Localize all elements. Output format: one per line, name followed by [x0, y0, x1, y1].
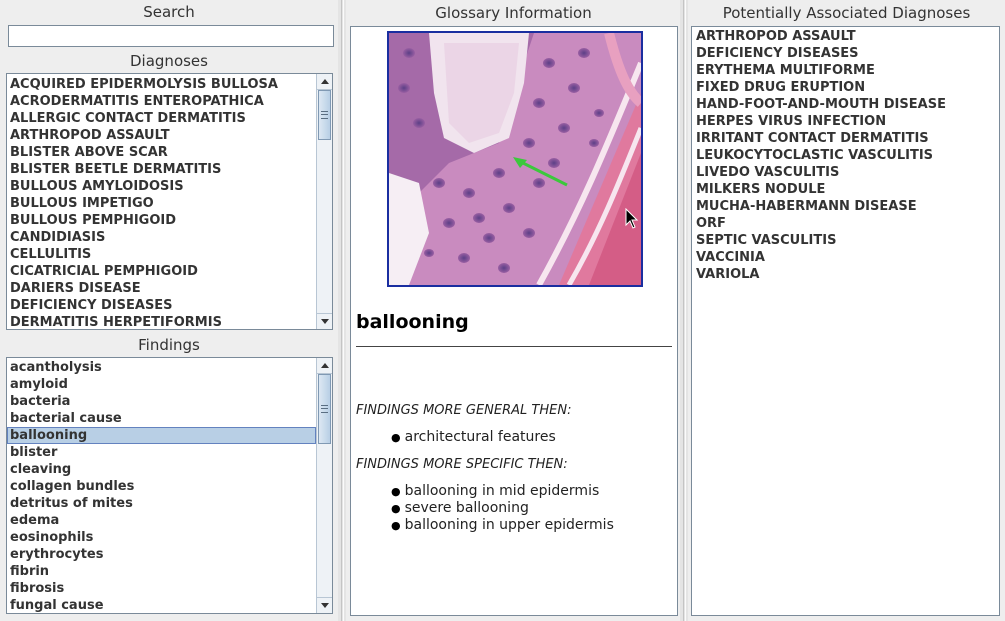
- diagnoses-title: Diagnoses: [130, 52, 208, 70]
- search-input[interactable]: [8, 25, 334, 47]
- finding-item[interactable]: bacterial cause: [7, 410, 316, 427]
- diagnosis-item[interactable]: CANDIDIASIS: [7, 229, 316, 246]
- diagnoses-scrollbar[interactable]: [316, 74, 332, 329]
- associated-diagnosis-item[interactable]: IRRITANT CONTACT DERMATITIS: [692, 130, 999, 147]
- scroll-up-button[interactable]: [317, 358, 332, 374]
- diagnosis-item[interactable]: DERMATITIS HERPETIFORMIS: [7, 314, 316, 329]
- scroll-down-button[interactable]: [317, 313, 332, 329]
- associated-diagnosis-item[interactable]: HAND-FOOT-AND-MOUTH DISEASE: [692, 96, 999, 113]
- associated-diagnosis-item[interactable]: ORF: [692, 215, 999, 232]
- associated-diagnosis-item[interactable]: MILKERS NODULE: [692, 181, 999, 198]
- finding-item[interactable]: amyloid: [7, 376, 316, 393]
- left-panel: Search Diagnoses ACQUIRED EPIDERMOLYSIS …: [0, 0, 338, 621]
- finding-item[interactable]: ballooning: [7, 427, 316, 444]
- search-title: Search: [143, 3, 195, 21]
- associated-diagnosis-item[interactable]: LIVEDO VASCULITIS: [692, 164, 999, 181]
- split-divider-right[interactable]: [680, 0, 688, 621]
- diagnosis-item[interactable]: ACRODERMATITIS ENTEROPATHICA: [7, 93, 316, 110]
- associated-diagnosis-item[interactable]: VARIOLA: [692, 266, 999, 283]
- glossary-term: ballooning: [356, 311, 469, 333]
- diagnosis-item[interactable]: CELLULITIS: [7, 246, 316, 263]
- general-list: architectural features: [391, 429, 556, 446]
- associated-diagnosis-item[interactable]: DEFICIENCY DISEASES: [692, 45, 999, 62]
- specific-item: ballooning in mid epidermis: [391, 483, 614, 500]
- diagnosis-item[interactable]: BULLOUS IMPETIGO: [7, 195, 316, 212]
- associated-diagnosis-item[interactable]: LEUKOCYTOCLASTIC VASCULITIS: [692, 147, 999, 164]
- finding-item[interactable]: erythrocytes: [7, 546, 316, 563]
- specific-item: severe ballooning: [391, 500, 614, 517]
- findings-scrollbar[interactable]: [316, 358, 332, 613]
- diagnosis-item[interactable]: BULLOUS AMYLOIDOSIS: [7, 178, 316, 195]
- associated-diagnosis-item[interactable]: ERYTHEMA MULTIFORME: [692, 62, 999, 79]
- finding-item[interactable]: fibrin: [7, 563, 316, 580]
- finding-item[interactable]: detritus of mites: [7, 495, 316, 512]
- mouse-pointer-icon: [625, 208, 639, 229]
- diagnosis-item[interactable]: BLISTER ABOVE SCAR: [7, 144, 316, 161]
- associated-diagnosis-item[interactable]: VACCINIA: [692, 249, 999, 266]
- finding-item[interactable]: fibrosis: [7, 580, 316, 597]
- associated-diagnosis-item[interactable]: HERPES VIRUS INFECTION: [692, 113, 999, 130]
- histology-image: [387, 31, 643, 287]
- general-header: FINDINGS MORE GENERAL THEN:: [356, 403, 572, 418]
- scroll-down-button[interactable]: [317, 597, 332, 613]
- associated-title: Potentially Associated Diagnoses: [722, 4, 971, 22]
- glossary-panel: Glossary Information ballooning FINDINGS…: [346, 0, 681, 621]
- finding-item[interactable]: bacteria: [7, 393, 316, 410]
- finding-item[interactable]: acantholysis: [7, 359, 316, 376]
- general-item: architectural features: [391, 429, 556, 446]
- diagnosis-item[interactable]: ACQUIRED EPIDERMOLYSIS BULLOSA: [7, 76, 316, 93]
- finding-item[interactable]: eosinophils: [7, 529, 316, 546]
- finding-item[interactable]: edema: [7, 512, 316, 529]
- glossary-title: Glossary Information: [435, 4, 592, 22]
- diagnosis-item[interactable]: BLISTER BEETLE DERMATITIS: [7, 161, 316, 178]
- associated-panel: Potentially Associated Diagnoses ARTHROP…: [688, 0, 1005, 621]
- diagnoses-list[interactable]: ACQUIRED EPIDERMOLYSIS BULLOSA ACRODERMAT…: [6, 73, 333, 330]
- diagnosis-item[interactable]: ALLERGIC CONTACT DERMATITIS: [7, 110, 316, 127]
- scroll-up-button[interactable]: [317, 74, 332, 90]
- finding-item[interactable]: fungal cause: [7, 597, 316, 613]
- grip-icon: [321, 405, 328, 413]
- diagnosis-item[interactable]: DARIERS DISEASE: [7, 280, 316, 297]
- associated-diagnosis-item[interactable]: SEPTIC VASCULITIS: [692, 232, 999, 249]
- associated-diagnosis-item[interactable]: MUCHA-HABERMANN DISEASE: [692, 198, 999, 215]
- arrow-down-icon: [320, 319, 329, 324]
- arrow-up-icon: [320, 79, 329, 84]
- associated-list[interactable]: ARTHROPOD ASSAULT DEFICIENCY DISEASES ERYT…: [691, 26, 1000, 616]
- glossary-content: ballooning FINDINGS MORE GENERAL THEN: a…: [350, 26, 678, 616]
- finding-item[interactable]: blister: [7, 444, 316, 461]
- diagnosis-item[interactable]: ARTHROPOD ASSAULT: [7, 127, 316, 144]
- scroll-thumb[interactable]: [318, 374, 331, 444]
- diagnosis-item[interactable]: BULLOUS PEMPHIGOID: [7, 212, 316, 229]
- grip-icon: [321, 111, 328, 119]
- arrow-up-icon: [320, 363, 329, 368]
- specific-list: ballooning in mid epidermis severe ballo…: [391, 483, 614, 534]
- diagnosis-item[interactable]: CICATRICIAL PEMPHIGOID: [7, 263, 316, 280]
- split-divider-left[interactable]: [338, 0, 346, 621]
- finding-item[interactable]: cleaving: [7, 461, 316, 478]
- specific-item: ballooning in upper epidermis: [391, 517, 614, 534]
- diagnosis-item[interactable]: DEFICIENCY DISEASES: [7, 297, 316, 314]
- findings-title: Findings: [138, 336, 200, 354]
- finding-item[interactable]: collagen bundles: [7, 478, 316, 495]
- scroll-thumb[interactable]: [318, 90, 331, 140]
- specific-header: FINDINGS MORE SPECIFIC THEN:: [356, 457, 568, 472]
- associated-diagnosis-item[interactable]: FIXED DRUG ERUPTION: [692, 79, 999, 96]
- associated-diagnosis-item[interactable]: ARTHROPOD ASSAULT: [692, 28, 999, 45]
- findings-list[interactable]: acantholysis amyloid bacteria bacterial cau…: [6, 357, 333, 614]
- divider-line: [356, 346, 672, 347]
- arrow-down-icon: [320, 603, 329, 608]
